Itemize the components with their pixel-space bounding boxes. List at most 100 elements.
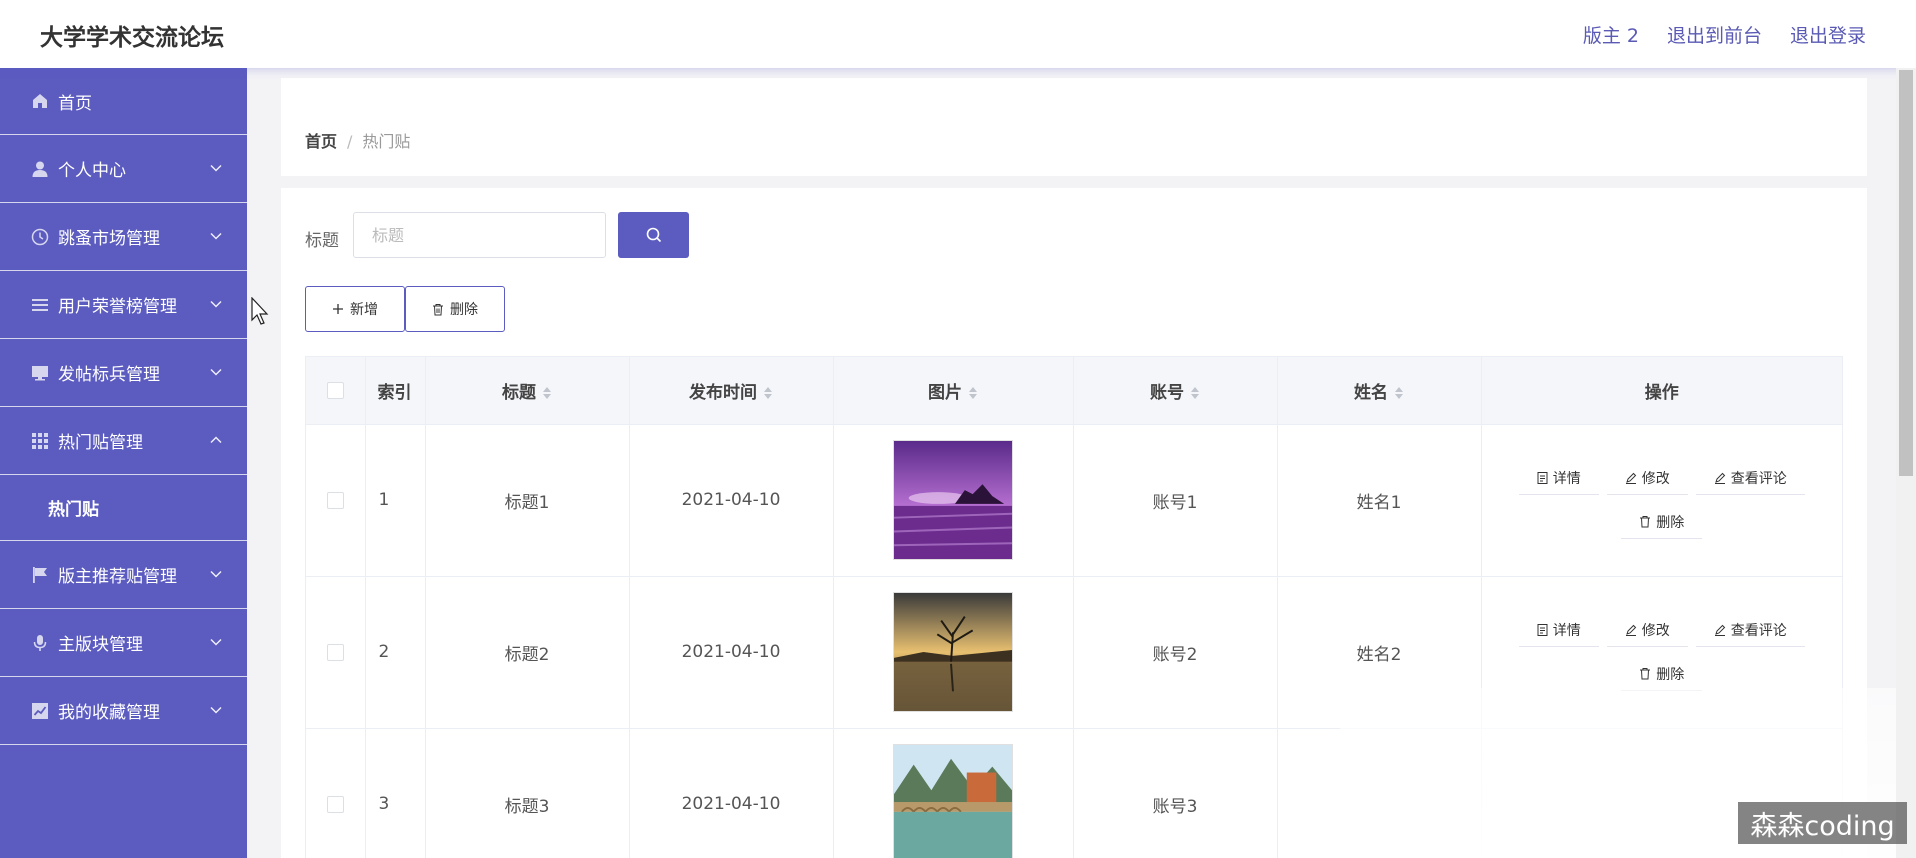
add-button-label: 新增 xyxy=(350,302,378,318)
chevron-down-icon xyxy=(210,706,222,714)
breadcrumb-home[interactable]: 首页 xyxy=(305,132,337,151)
top-header: 大学学术交流论坛 版主 2 退出到前台 退出登录 xyxy=(0,0,1916,68)
select-all-cell xyxy=(306,357,366,425)
edit-icon xyxy=(1714,624,1725,636)
sort-icon[interactable] xyxy=(968,385,978,401)
user-icon xyxy=(30,159,50,179)
trash-icon xyxy=(1640,668,1651,680)
account-cell: 账号3 xyxy=(1073,728,1278,858)
chevron-down-icon xyxy=(210,232,222,240)
sidebar-subitem-hot-posts[interactable]: 热门贴 xyxy=(0,475,247,541)
mouse-cursor-icon xyxy=(251,297,269,325)
sidebar-item-my-favorites[interactable]: 我的收藏管理 xyxy=(0,677,247,745)
scrollbar[interactable] xyxy=(1896,68,1916,858)
sort-icon[interactable] xyxy=(1394,385,1404,401)
exit-to-frontend-link[interactable]: 退出到前台 xyxy=(1667,21,1762,48)
date-cell: 2021-04-10 xyxy=(629,728,834,858)
column-header-label: 图片 xyxy=(928,382,962,403)
column-header-title[interactable]: 标题 xyxy=(425,357,630,425)
search-icon xyxy=(646,227,661,243)
clock-icon xyxy=(30,227,50,247)
detail-button[interactable]: 详情 xyxy=(1518,461,1599,495)
sidebar-item-home[interactable]: 首页 xyxy=(0,68,247,135)
breadcrumb-separator: / xyxy=(347,132,353,151)
detail-button[interactable]: 详情 xyxy=(1518,613,1599,647)
chevron-down-icon xyxy=(210,300,222,308)
view-comments-label: 查看评论 xyxy=(1730,470,1787,487)
edit-label: 修改 xyxy=(1641,470,1670,487)
batch-delete-button[interactable]: 删除 xyxy=(405,286,505,332)
row-checkbox[interactable] xyxy=(326,795,344,813)
sidebar-item-label: 个人中心 xyxy=(58,161,126,181)
title-cell: 标题3 xyxy=(425,728,630,858)
monitor-icon xyxy=(30,363,50,383)
document-icon xyxy=(1537,623,1548,636)
list-icon xyxy=(30,295,50,315)
sort-icon[interactable] xyxy=(1190,385,1200,401)
sidebar-item-flea-market[interactable]: 跳蚤市场管理 xyxy=(0,203,247,271)
detail-label: 详情 xyxy=(1552,622,1581,639)
edit-icon xyxy=(1625,624,1636,636)
edit-button[interactable]: 修改 xyxy=(1606,461,1688,495)
row-checkbox[interactable] xyxy=(326,491,344,509)
home-icon xyxy=(30,91,50,111)
sidebar-item-label: 版主推荐贴管理 xyxy=(58,567,177,587)
date-cell: 2021-04-10 xyxy=(629,424,834,577)
search-button[interactable] xyxy=(618,212,689,258)
sidebar-item-label: 热门贴管理 xyxy=(58,433,143,453)
chevron-down-icon xyxy=(210,570,222,578)
column-header-name[interactable]: 姓名 xyxy=(1277,357,1482,425)
name-cell: 姓名1 xyxy=(1277,424,1482,577)
sidebar-item-hot-posts[interactable]: 热门贴管理 xyxy=(0,407,247,475)
delete-label: 删除 xyxy=(1656,514,1685,531)
sidebar-item-label: 主版块管理 xyxy=(58,635,143,655)
add-button[interactable]: 新增 xyxy=(305,286,405,332)
sidebar-item-top-posters[interactable]: 发帖标兵管理 xyxy=(0,339,247,407)
view-comments-button[interactable]: 查看评论 xyxy=(1695,613,1805,647)
date-cell: 2021-04-10 xyxy=(629,576,834,729)
sidebar-item-label: 发帖标兵管理 xyxy=(58,365,160,385)
column-header-date[interactable]: 发布时间 xyxy=(629,357,834,425)
edit-button[interactable]: 修改 xyxy=(1606,613,1688,647)
column-header-image[interactable]: 图片 xyxy=(833,357,1074,425)
delete-row-button[interactable]: 删除 xyxy=(1621,657,1703,691)
select-all-checkbox[interactable] xyxy=(326,381,344,399)
logout-link[interactable]: 退出登录 xyxy=(1790,21,1866,48)
column-header-index: 索引 xyxy=(365,357,426,425)
breadcrumb-current: 热门贴 xyxy=(362,132,411,151)
title-cell: 标题2 xyxy=(425,576,630,729)
row-select-cell xyxy=(306,424,366,577)
search-label: 标题 xyxy=(305,231,339,251)
row-checkbox[interactable] xyxy=(326,643,344,661)
delete-button-label: 删除 xyxy=(450,302,478,318)
watermark: 森森coding xyxy=(1738,802,1907,844)
row-select-cell xyxy=(306,728,366,858)
index-cell: 3 xyxy=(365,728,426,858)
account-cell: 账号1 xyxy=(1073,424,1278,577)
sort-icon[interactable] xyxy=(763,385,773,401)
plus-icon xyxy=(333,304,343,314)
post-thumbnail xyxy=(893,744,1013,858)
scrollbar-thumb[interactable] xyxy=(1899,70,1913,476)
sort-icon[interactable] xyxy=(542,385,552,401)
column-header-account[interactable]: 账号 xyxy=(1073,357,1278,425)
image-cell xyxy=(833,728,1074,858)
header-links: 版主 2 退出到前台 退出登录 xyxy=(1583,21,1866,48)
actions-cell: 详情 修改 查看评论 删除 xyxy=(1481,424,1842,577)
sidebar-item-moderator-recommend[interactable]: 版主推荐贴管理 xyxy=(0,541,247,609)
sidebar-item-main-sections[interactable]: 主版块管理 xyxy=(0,609,247,677)
image-cell xyxy=(833,424,1074,577)
delete-label: 删除 xyxy=(1656,666,1685,683)
chevron-up-icon xyxy=(210,436,222,444)
column-header-label: 发布时间 xyxy=(689,382,757,403)
delete-row-button[interactable]: 删除 xyxy=(1621,505,1703,539)
account-cell: 账号2 xyxy=(1073,576,1278,729)
view-comments-label: 查看评论 xyxy=(1730,622,1787,639)
table-row: 1 标题1 2021-04-10 账号1 姓名1 详情 修改 查看评论 删除 xyxy=(306,424,1842,577)
search-input[interactable] xyxy=(353,212,606,258)
moderator-link[interactable]: 版主 2 xyxy=(1583,21,1639,48)
sidebar-item-personal-center[interactable]: 个人中心 xyxy=(0,135,247,203)
sidebar-item-honor-board[interactable]: 用户荣誉榜管理 xyxy=(0,271,247,339)
view-comments-button[interactable]: 查看评论 xyxy=(1695,461,1805,495)
sidebar-item-label: 用户荣誉榜管理 xyxy=(58,297,177,317)
